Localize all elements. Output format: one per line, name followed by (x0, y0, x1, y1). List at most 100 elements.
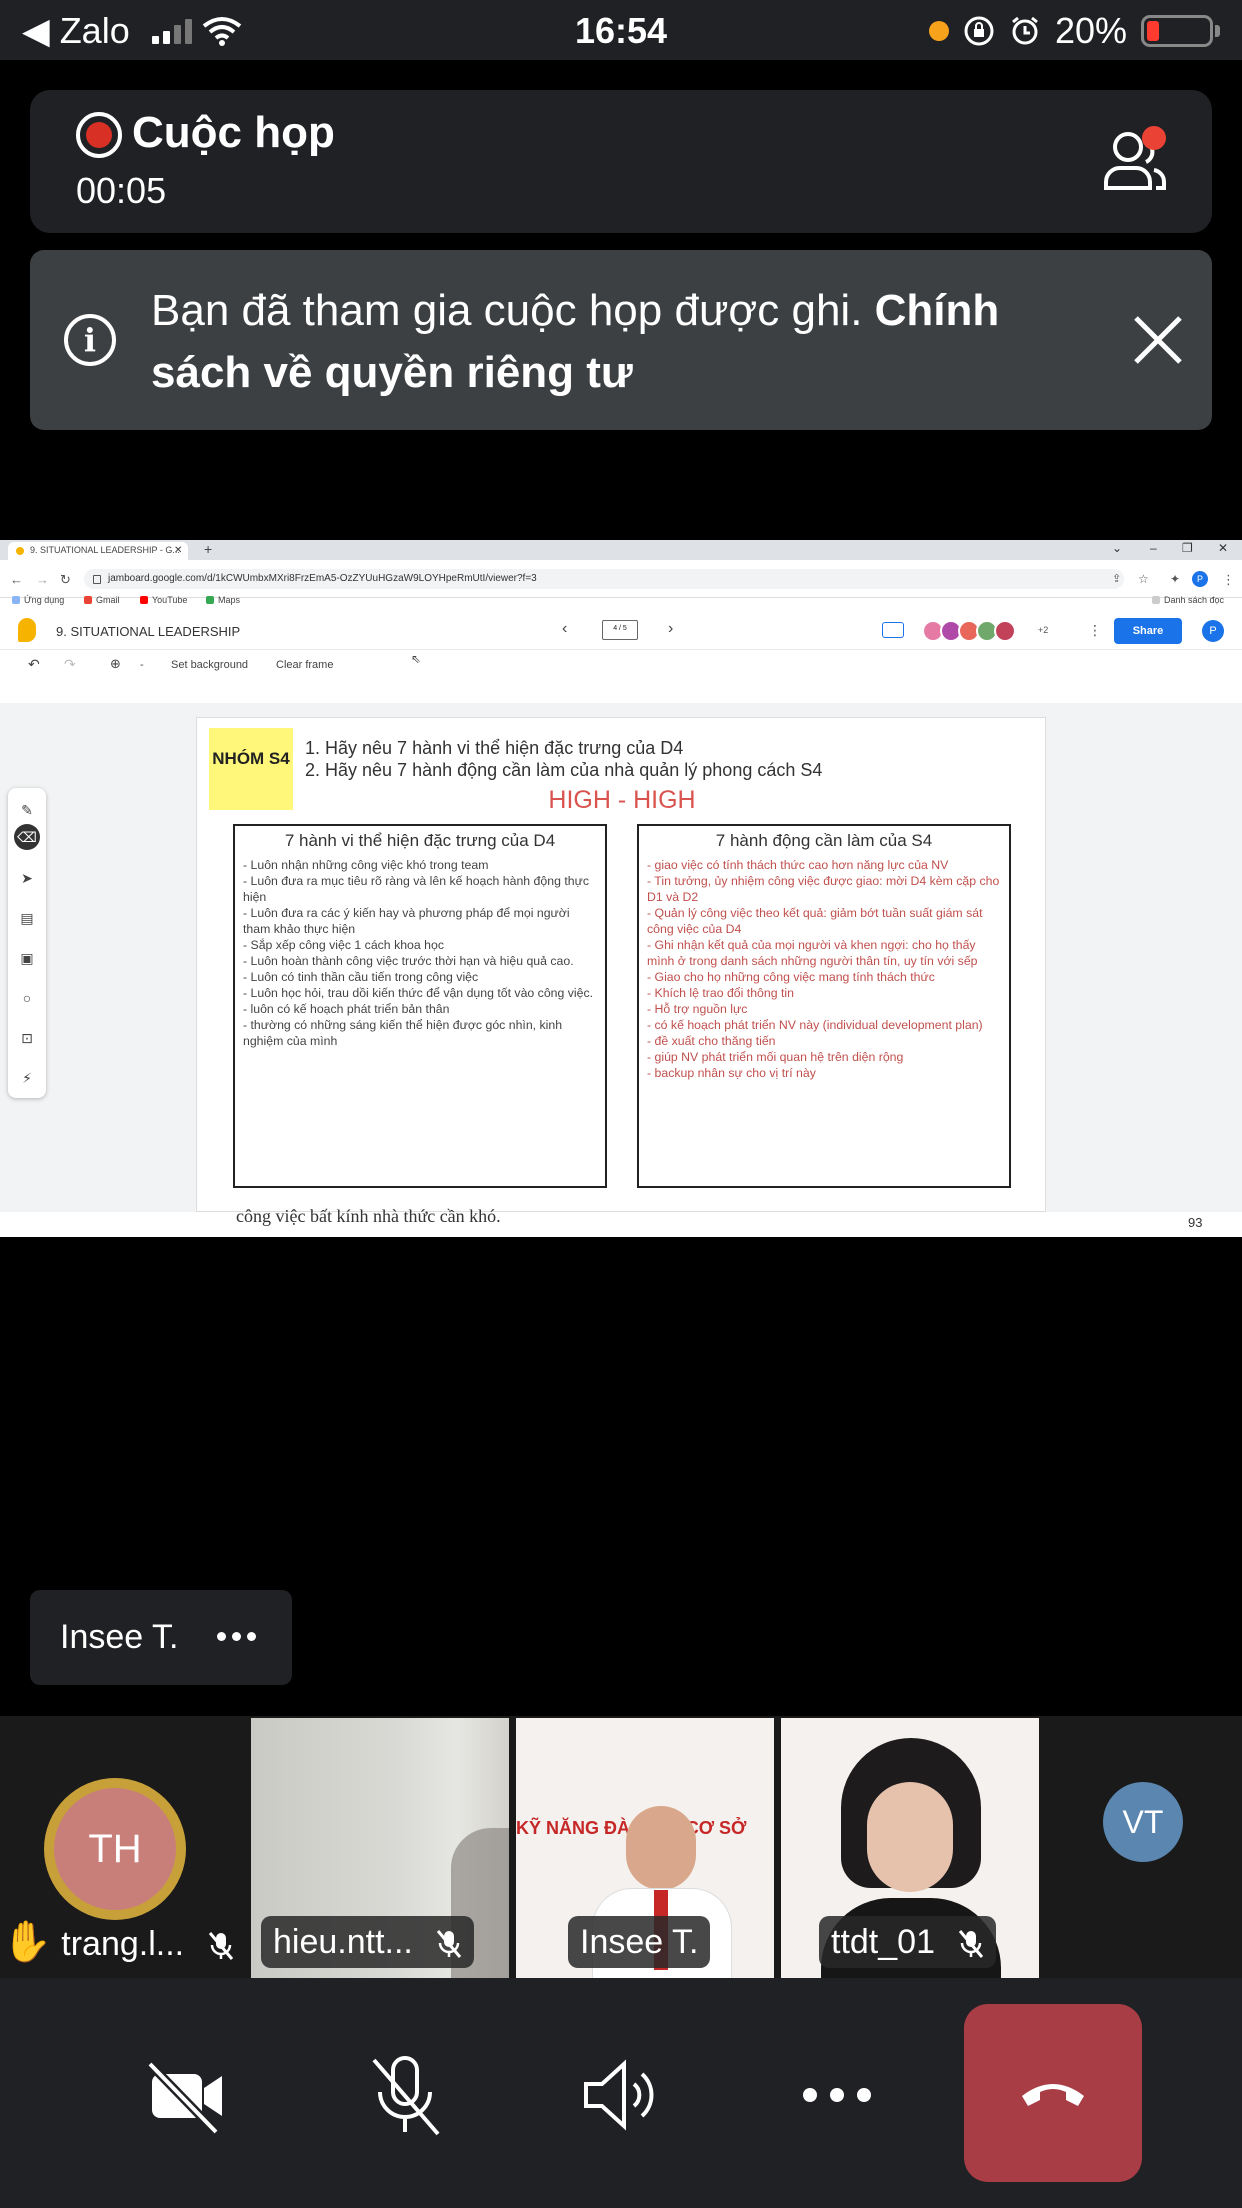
redo-icon[interactable]: ↷ (64, 656, 76, 673)
d4-box-title: 7 hành vi thể hiện đặc trưng của D4 (284, 831, 556, 850)
list-item: - Luôn học hỏi, trau dồi kiến thức để vậ… (243, 986, 594, 1000)
list-item: - thường có những sáng kiến thể hiện đượ… (243, 1018, 563, 1048)
account-avatar[interactable]: P (1202, 620, 1224, 642)
avatar-initials: TH (54, 1788, 176, 1910)
sticky-note-icon[interactable]: ▤ (18, 910, 36, 928)
forward-icon[interactable]: → (36, 572, 49, 587)
jamboard-title[interactable]: 9. SITUATIONAL LEADERSHIP (56, 624, 240, 639)
minimize-icon[interactable]: – (1150, 541, 1157, 555)
bookmark-youtube[interactable]: YouTube (140, 595, 187, 605)
share-page-icon[interactable]: ⇪ (1112, 572, 1121, 585)
participant-tile[interactable]: ttdt_01 (781, 1718, 1039, 1978)
participant-tile[interactable]: VT (1046, 1718, 1242, 1978)
drawing-tools-panel: ✎ ⌫ ➤ ▤ ▣ ○ ⊡ ⚡ (8, 788, 46, 1098)
bookmark-maps-label: Maps (218, 595, 241, 605)
browser-menu-icon[interactable]: ⋮ (1222, 572, 1235, 588)
zoom-icon[interactable]: ⊕ (110, 656, 121, 672)
bookmark-maps[interactable]: Maps (206, 595, 240, 605)
list-item: - Giao cho họ những công việc mang tính … (647, 970, 935, 984)
eraser-icon[interactable]: ⌫ (14, 824, 40, 850)
meeting-title: Cuộc họp (132, 108, 335, 157)
window-close-icon[interactable]: ✕ (1218, 541, 1228, 555)
address-bar[interactable]: jamboard.google.com/d/1kCWUmbxMXri8FrzEm… (84, 569, 1124, 589)
participant-label: ttdt_01 (819, 1916, 997, 1968)
prev-frame-icon[interactable]: ‹ (562, 620, 567, 638)
image-icon[interactable]: ▣ (18, 950, 36, 968)
set-background-button[interactable]: Set background (171, 659, 248, 671)
close-icon[interactable] (1132, 314, 1184, 366)
restore-icon[interactable]: ❐ (1182, 541, 1193, 555)
tab-close-icon[interactable]: ✕ (174, 545, 182, 556)
new-tab-icon[interactable]: + (204, 541, 212, 557)
alarm-icon (1012, 16, 1038, 45)
raised-hand-icon: ✋ (2, 1920, 52, 1964)
jamboard-header: 9. SITUATIONAL LEADERSHIP ‹ 4 / 5 › +2 ⋮… (0, 610, 1242, 650)
collaborator-avatars[interactable] (922, 620, 1016, 642)
rotation-lock-icon (964, 16, 994, 46)
undo-icon[interactable]: ↶ (28, 656, 40, 673)
speaker-more-icon[interactable] (217, 1632, 256, 1641)
participant-tile[interactable]: KỸ NĂNG ĐÀO ... P CƠ SỞ Insee T. (516, 1718, 774, 1978)
participant-tile[interactable]: TH ✋ trang.l... (0, 1718, 248, 1978)
chevron-down-icon[interactable]: ⌄ (1112, 541, 1122, 555)
clear-frame-button[interactable]: Clear frame (276, 659, 333, 671)
circle-icon[interactable]: ○ (18, 990, 36, 1008)
participant-label: ✋ trang.l... (0, 1916, 246, 1968)
participant-strip: TH ✋ trang.l... hieu.ntt... KỸ NĂNG ĐÀO … (0, 1716, 1242, 1978)
d4-behaviours-box[interactable]: 7 hành vi thể hiện đặc trưng của D4 - Lu… (233, 824, 607, 1188)
pen-icon[interactable]: ✎ (18, 802, 36, 820)
bookmarks-bar: Ứng dụng Gmail YouTube Maps Danh sách đọ… (0, 590, 1242, 610)
recording-indicator-icon (928, 21, 949, 41)
back-icon[interactable]: ← (10, 572, 23, 587)
reading-list-label: Danh sách đọc (1164, 595, 1225, 605)
bookmark-youtube-label: YouTube (152, 595, 188, 605)
bookmark-apps[interactable]: Ứng dụng (12, 595, 64, 605)
end-call-button[interactable] (964, 2004, 1142, 2182)
list-item: - Hỗ trợ nguồn lực (647, 1002, 748, 1016)
mic-off-icon[interactable] (360, 2050, 450, 2140)
list-item: - Quản lý công việc theo kết quả: giảm b… (647, 906, 983, 936)
meeting-header: Cuộc họp 00:05 (30, 90, 1212, 233)
jamboard-toolbar: ↶ ↷ ⊕ - Set background Clear frame ⇖ (0, 650, 1242, 680)
camera-off-icon[interactable] (140, 2050, 230, 2140)
reading-list[interactable]: Danh sách đọc (1152, 595, 1224, 605)
status-bar: ◀ Zalo 16:54 20% (0, 0, 1242, 60)
more-options-icon[interactable]: ⋮ (1088, 622, 1102, 639)
laser-icon[interactable]: ⚡ (18, 1070, 36, 1088)
info-icon: i (64, 314, 116, 366)
active-speaker-label[interactable]: Insee T. (30, 1590, 292, 1685)
list-item: - backup nhân sự cho vị trí này (647, 1066, 816, 1080)
record-icon (76, 112, 122, 158)
banner-text: Bạn đã tham gia cuộc họp được ghi. (151, 286, 863, 335)
star-icon[interactable]: ☆ (1138, 572, 1149, 586)
profile-icon[interactable]: P (1192, 571, 1208, 587)
youtube-icon (140, 596, 148, 604)
participant-name: hieu.ntt... (273, 1923, 413, 1961)
frame-indicator[interactable]: 4 / 5 (602, 620, 638, 640)
participant-name: trang.l... (61, 1925, 185, 1963)
more-icon[interactable] (792, 2050, 882, 2140)
speaker-name: Insee T. (60, 1618, 179, 1656)
participant-name: Insee T. (580, 1923, 699, 1961)
participant-tile[interactable]: hieu.ntt... (251, 1718, 509, 1978)
mic-off-icon (437, 1930, 462, 1958)
extensions-icon[interactable]: ✦ (1170, 572, 1180, 586)
browser-tab[interactable]: 9. SITUATIONAL LEADERSHIP - G... (8, 542, 188, 560)
list-item: - giao việc có tính thách thức cao hơn n… (647, 858, 949, 872)
select-icon[interactable]: ➤ (18, 870, 36, 888)
list-item: - giúp NV phát triển mối quan hệ trên di… (647, 1050, 904, 1064)
zoom-dropdown-icon[interactable]: - (140, 659, 144, 671)
reading-list-icon (1152, 596, 1160, 604)
reload-icon[interactable]: ↻ (60, 572, 71, 588)
bookmark-gmail[interactable]: Gmail (84, 595, 120, 605)
text-box-icon[interactable]: ⊡ (18, 1030, 36, 1048)
shared-screen: 9. SITUATIONAL LEADERSHIP - G... ✕ + ⌄ –… (0, 540, 1242, 1237)
question-2: 2. Hãy nêu 7 hành động cần làm của nhà q… (305, 760, 823, 780)
share-button[interactable]: Share (1114, 618, 1182, 644)
speaker-icon[interactable] (576, 2050, 666, 2140)
next-frame-icon[interactable]: › (668, 620, 673, 638)
question-1: 1. Hãy nêu 7 hành vi thể hiện đặc trưng … (305, 738, 684, 758)
s4-actions-box[interactable]: 7 hành động cần làm của S4 - giao việc c… (637, 824, 1011, 1188)
present-icon[interactable] (882, 622, 904, 638)
more-collaborators[interactable]: +2 (1038, 625, 1048, 635)
